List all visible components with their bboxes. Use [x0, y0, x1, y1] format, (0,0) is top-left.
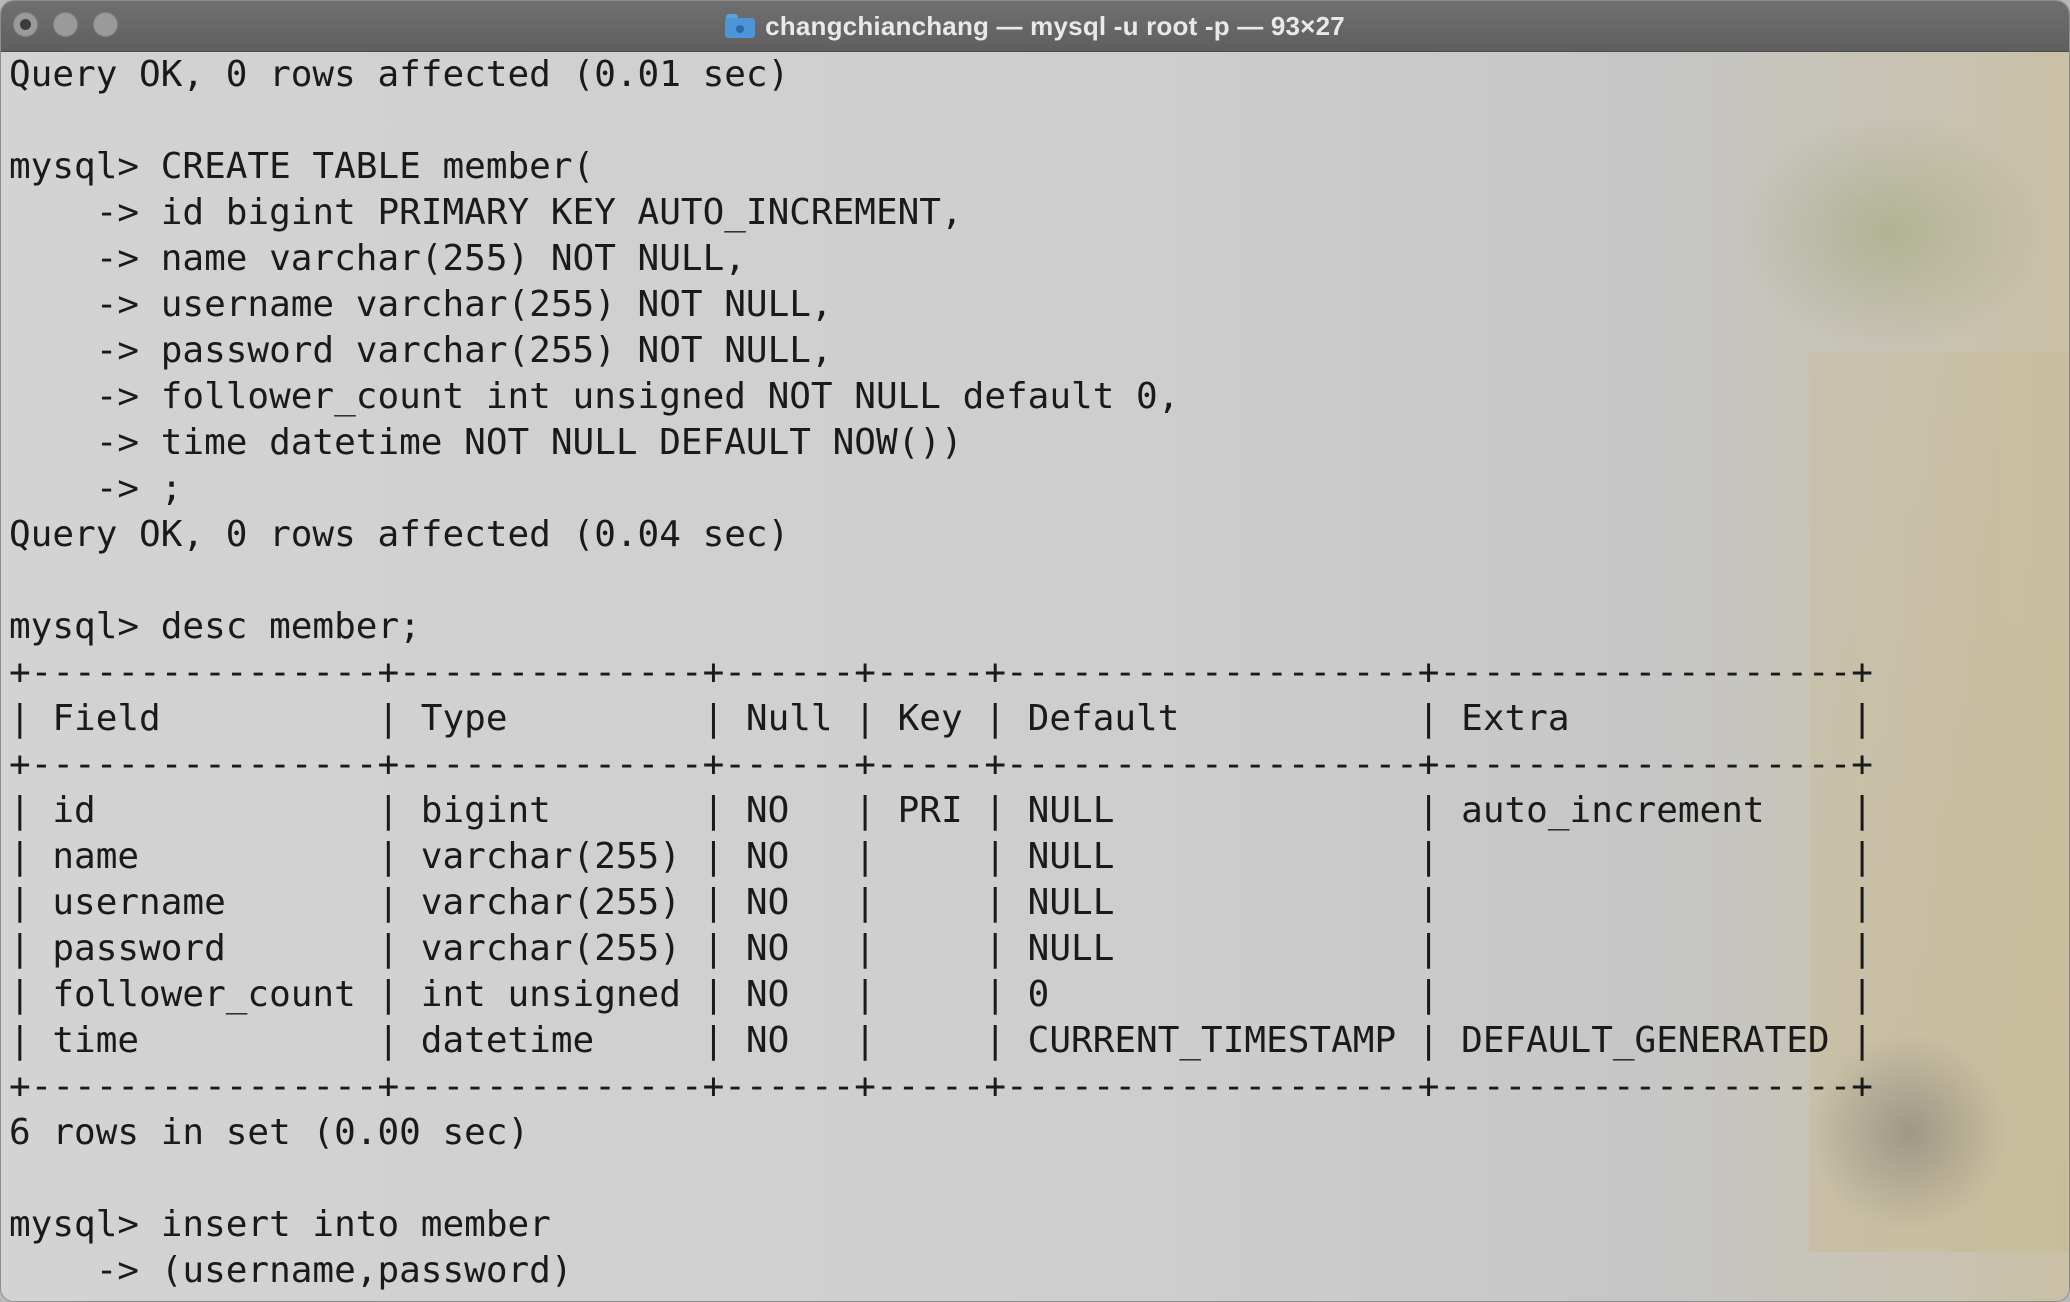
terminal-line: | username | varchar(255) | NO | | NULL … — [9, 882, 1873, 923]
terminal-line: Query OK, 0 rows affected (0.01 sec) — [9, 54, 790, 95]
terminal-output[interactable]: Query OK, 0 rows affected (0.01 sec) mysq… — [9, 52, 1873, 1294]
title-bar[interactable]: changchianchang — mysql -u root -p — 93×… — [1, 1, 2069, 52]
terminal-line: +----------------+--------------+------+… — [9, 744, 1873, 785]
terminal-line: -> time datetime NOT NULL DEFAULT NOW()) — [9, 422, 963, 463]
terminal-line: Query OK, 0 rows affected (0.04 sec) — [9, 514, 790, 555]
terminal-line: -> (username,password) — [9, 1250, 573, 1291]
window-title-container: changchianchang — mysql -u root -p — 93×… — [1, 1, 2069, 51]
terminal-line: 6 rows in set (0.00 sec) — [9, 1112, 530, 1153]
terminal-content-area[interactable]: Query OK, 0 rows affected (0.01 sec) mysq… — [1, 52, 2069, 1301]
terminal-line: -> id bigint PRIMARY KEY AUTO_INCREMENT, — [9, 192, 963, 233]
terminal-line: mysql> CREATE TABLE member( — [9, 146, 595, 187]
terminal-window: changchianchang — mysql -u root -p — 93×… — [0, 0, 2070, 1302]
terminal-line: | time | datetime | NO | | CURRENT_TIMES… — [9, 1020, 1873, 1061]
terminal-line: | id | bigint | NO | PRI | NULL | auto_i… — [9, 790, 1873, 831]
terminal-line: | name | varchar(255) | NO | | NULL | | — [9, 836, 1873, 877]
terminal-line: mysql> insert into member — [9, 1204, 551, 1245]
folder-icon — [725, 14, 756, 38]
terminal-line: | Field | Type | Null | Key | Default | … — [9, 698, 1873, 739]
terminal-line: -> name varchar(255) NOT NULL, — [9, 238, 746, 279]
window-title: changchianchang — mysql -u root -p — 93×… — [765, 10, 1345, 41]
terminal-line: | follower_count | int unsigned | NO | |… — [9, 974, 1873, 1015]
terminal-line: +----------------+--------------+------+… — [9, 652, 1873, 693]
terminal-line: -> password varchar(255) NOT NULL, — [9, 330, 833, 371]
terminal-line: -> username varchar(255) NOT NULL, — [9, 284, 833, 325]
terminal-line: +----------------+--------------+------+… — [9, 1066, 1873, 1107]
terminal-line: mysql> desc member; — [9, 606, 421, 647]
terminal-line: | password | varchar(255) | NO | | NULL … — [9, 928, 1873, 969]
terminal-line: -> follower_count int unsigned NOT NULL … — [9, 376, 1180, 417]
terminal-line: -> ; — [9, 468, 183, 509]
